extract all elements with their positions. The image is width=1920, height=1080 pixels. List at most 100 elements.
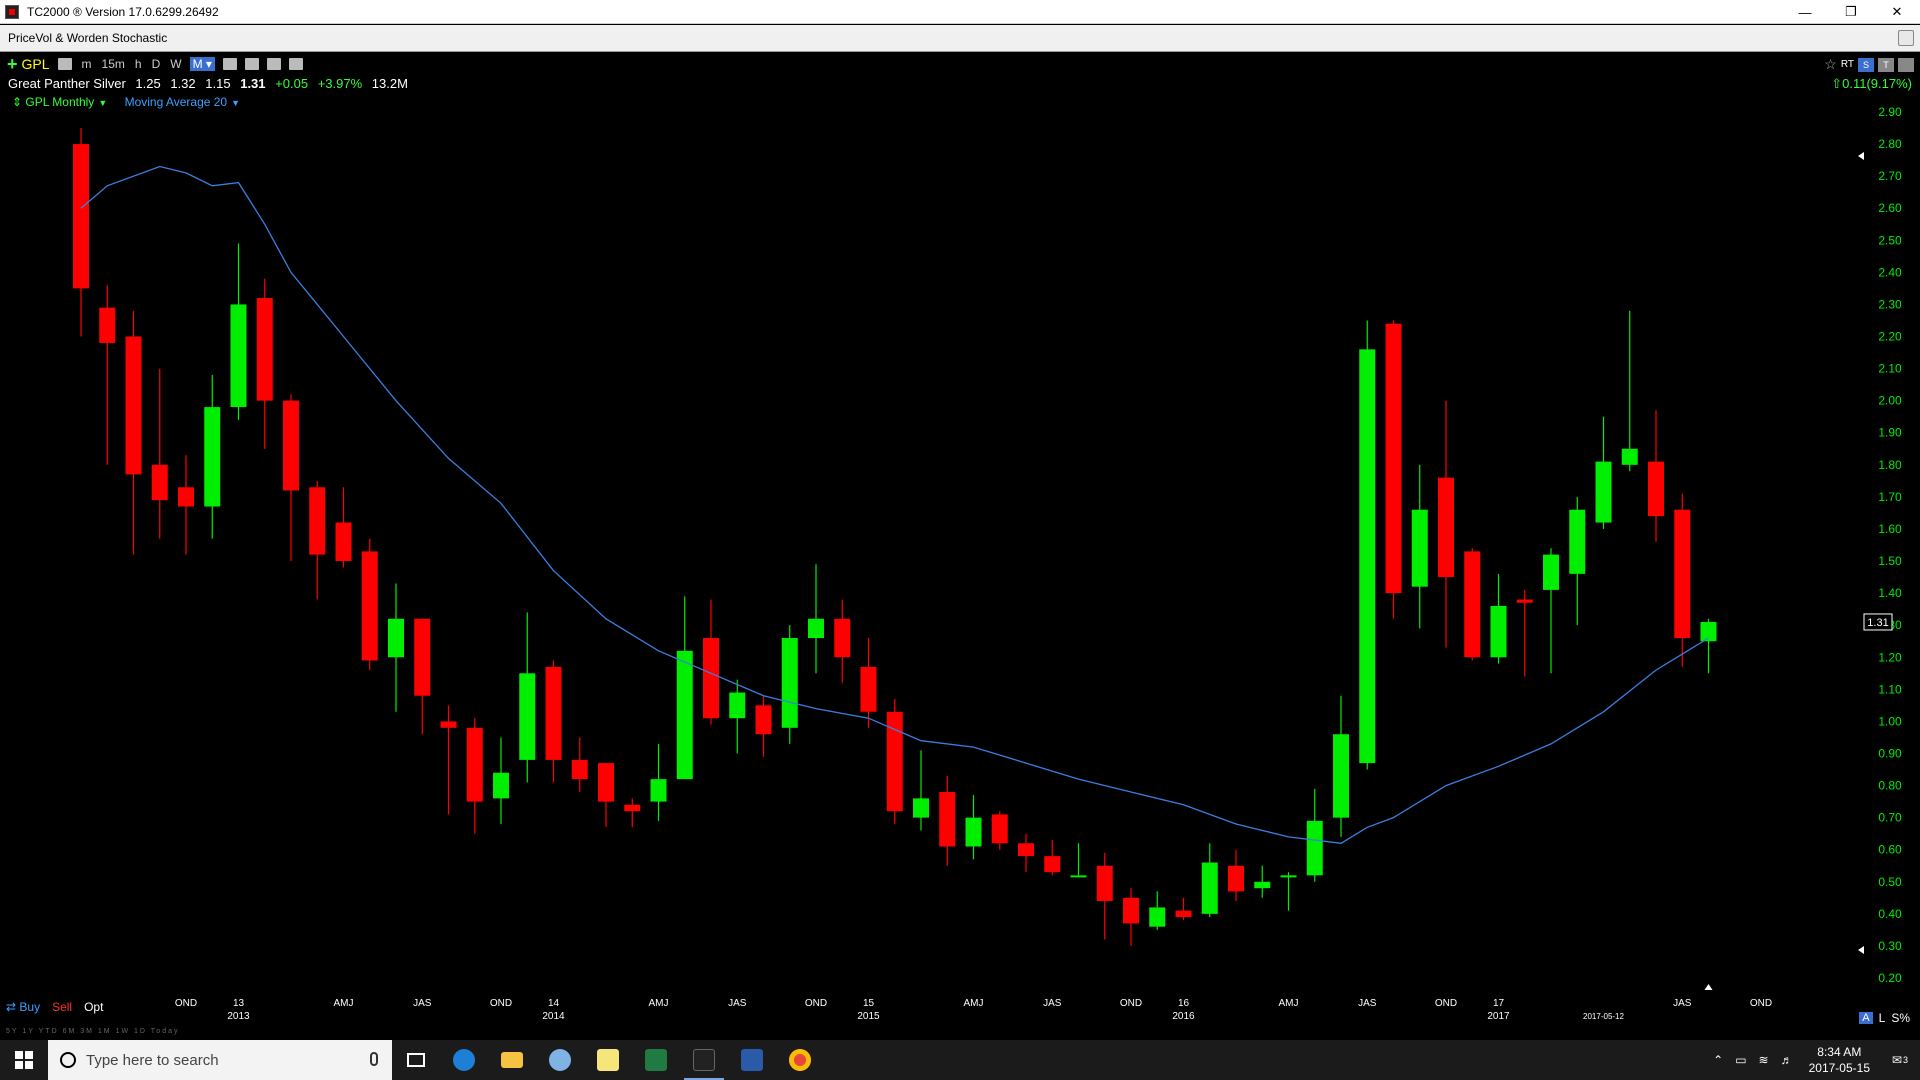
edge-icon[interactable] [440,1040,488,1080]
y-axis-tick-label: 1.70 [1878,490,1902,504]
candle [414,618,431,735]
candle [1306,788,1323,882]
candle [73,128,89,337]
candle-body [1490,605,1507,658]
x-axis-period-label: OND [490,998,512,1009]
candle-body [913,798,929,818]
candle [1333,695,1349,837]
price-chart[interactable]: 2.90 2.80 2.70 2.60 2.50 2.40 2.30 2.20 2.10 2.00… [0,0,1920,1040]
last-price-label: 1.31 [1867,617,1888,629]
y-axis-tick-label: 0.20 [1878,971,1902,985]
candle [283,394,299,562]
candle [204,375,221,539]
candle-body [519,673,536,760]
candle-body [99,307,116,343]
y-axis-tick-label: 0.70 [1878,811,1902,825]
candle [834,599,851,683]
candle [886,698,903,825]
candle [1385,320,1402,619]
paint-icon[interactable] [536,1040,584,1080]
candle-body [703,638,719,719]
opt-button[interactable]: Opt [84,1000,103,1014]
candle-body [309,487,326,555]
chevron-up-icon[interactable]: ⌃ [1713,1053,1723,1067]
task-view-icon[interactable] [392,1040,440,1080]
x-axis-period-label: JAS [1043,998,1062,1009]
battery-icon[interactable]: ▭ [1735,1053,1746,1067]
x-axis-period-label: JAS [413,998,432,1009]
y-axis-tick-label: 2.60 [1878,201,1902,215]
taskbar-search[interactable]: Type here to search [48,1040,392,1080]
sticky-notes-icon[interactable] [584,1040,632,1080]
candle [519,612,536,783]
candle-body [1464,551,1481,658]
tc2000-taskbar-icon[interactable] [680,1040,728,1080]
y-axis-tick-label: 1.60 [1878,522,1902,536]
candle [125,310,142,555]
candle-body [1543,554,1559,590]
x-axis-year-label: 2015 [857,1011,880,1022]
candle-body [335,522,352,562]
candle [676,596,693,780]
wifi-icon[interactable]: ≋ [1759,1053,1769,1067]
candle [1543,548,1559,674]
excel-icon[interactable] [632,1040,680,1080]
microphone-icon[interactable] [370,1052,378,1066]
period-buttons[interactable]: 5Y 1Y YTD 6M 3M 1M 1W 1D Today [6,1028,179,1035]
y-axis-tick-label: 0.80 [1878,779,1902,793]
candle [178,455,194,555]
candle-body [1411,509,1428,587]
y-axis-tick-label: 1.00 [1878,714,1902,728]
candle [991,811,1008,850]
candle-body [493,772,509,799]
candle [256,278,273,449]
buy-button[interactable]: ⇄ Buy [6,1000,40,1014]
action-center-icon[interactable]: ✉ 3 [1880,1040,1920,1080]
y-axis-tick-label: 2.10 [1878,362,1902,376]
word-icon[interactable] [728,1040,776,1080]
log-scale-button[interactable]: L [1879,1011,1886,1025]
candle-body [781,638,798,728]
x-axis-period-label: OND [1120,998,1142,1009]
auto-scale-button[interactable]: A [1859,1012,1873,1024]
candle [1018,833,1034,873]
x-axis-year-label: 2014 [542,1011,565,1022]
candle-body [283,400,299,491]
candle [99,285,116,465]
candle-body [808,618,824,639]
sell-button[interactable]: Sell [52,1000,72,1014]
x-axis-period-label: AMJ [1279,998,1299,1009]
candle-body [939,791,956,847]
file-explorer-icon[interactable] [488,1040,536,1080]
candle [598,763,614,828]
candle [1123,888,1139,946]
percent-scale-button[interactable]: S% [1891,1011,1910,1025]
candle-body [1254,881,1271,889]
candle-body [1123,897,1139,924]
tc2000-app: TC2000 ® Version 17.0.6299.26492 — ❐ ✕ P… [0,0,1920,1080]
x-axis-year-label: 2013 [227,1011,250,1022]
candle [1700,618,1717,674]
start-button[interactable] [0,1040,48,1080]
y-axis-tick-label: 0.50 [1878,875,1902,889]
candle-body [73,144,89,289]
candle [151,368,168,539]
taskbar-clock[interactable]: 8:34 AM 2017-05-15 [1809,1044,1870,1076]
chrome-icon[interactable] [776,1040,824,1080]
candle-body [676,650,693,780]
y-axis-tick-label: 2.20 [1878,330,1902,344]
candle-body [545,666,562,760]
clock-time: 8:34 AM [1817,1045,1862,1059]
candle-body [1516,599,1533,603]
x-axis-period-label: OND [1750,998,1772,1009]
candle [965,795,982,860]
scale-top-marker-icon [1858,152,1864,160]
y-axis-tick-label: 2.30 [1878,297,1902,311]
y-axis-tick-label: 2.70 [1878,169,1902,183]
candle-body [1385,323,1402,594]
candle-body [1070,875,1087,878]
y-axis-tick-label: 2.40 [1878,265,1902,279]
volume-icon[interactable]: ♬ [1781,1053,1793,1067]
scale-buttons: A L S% [1859,1011,1910,1025]
y-axis-tick-label: 0.60 [1878,843,1902,857]
